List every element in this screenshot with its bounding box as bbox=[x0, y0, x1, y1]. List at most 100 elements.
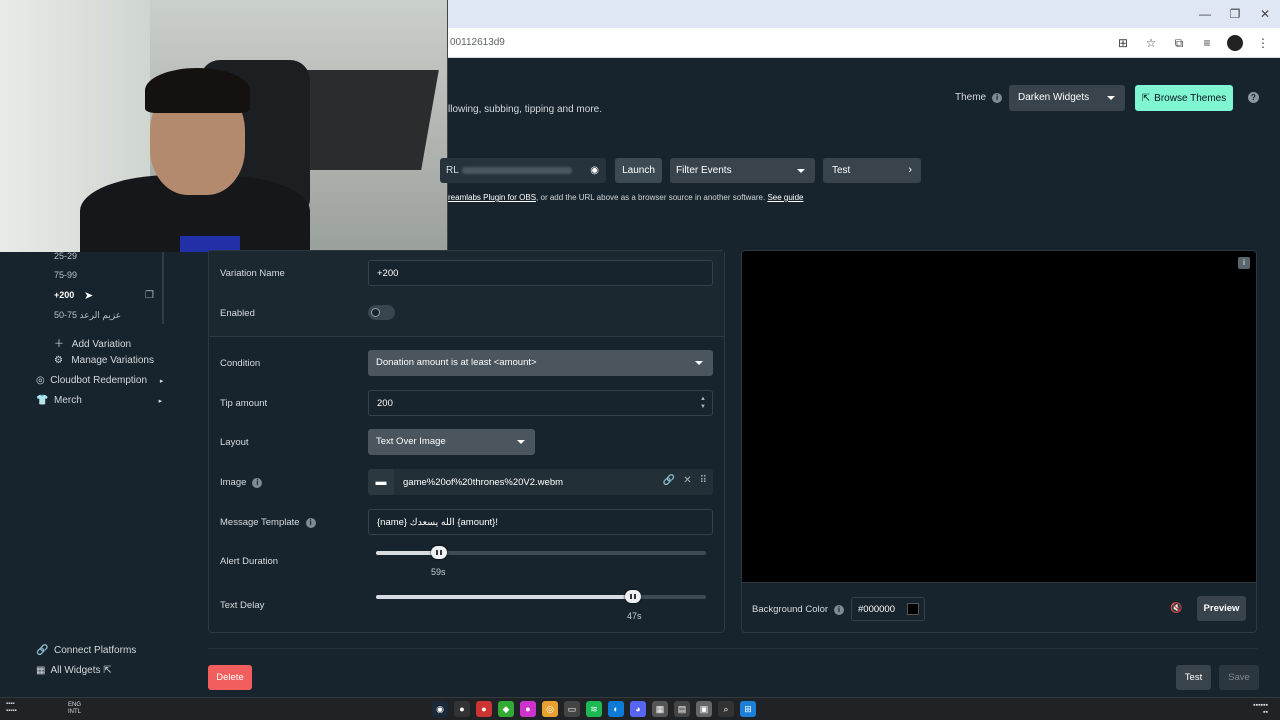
search-icon[interactable]: ⌕ bbox=[718, 701, 734, 717]
condition-value: Donation amount is at least <amount> bbox=[376, 357, 537, 368]
variation-item-active[interactable]: +200 bbox=[54, 290, 74, 300]
folder-icon[interactable]: ▬ bbox=[368, 469, 394, 495]
slider-handle[interactable] bbox=[431, 546, 447, 559]
link-icon[interactable]: 🔗 bbox=[663, 475, 675, 486]
preview-button[interactable]: Preview bbox=[1197, 596, 1246, 621]
text-delay-slider[interactable] bbox=[376, 590, 706, 603]
see-guide-link[interactable]: See guide bbox=[767, 193, 803, 202]
notepad-icon[interactable]: ▤ bbox=[674, 701, 690, 717]
sidebar-item-all-widgets[interactable]: ▦ All Widgets ⇱ bbox=[36, 665, 112, 676]
app-icon[interactable]: ● bbox=[520, 701, 536, 717]
steam-icon[interactable]: ◉ bbox=[432, 701, 448, 717]
launch-button[interactable]: Launch bbox=[615, 158, 662, 183]
eye-icon[interactable]: ◉ bbox=[590, 165, 599, 176]
stepper-icon[interactable]: ▲ ▼ bbox=[700, 395, 706, 411]
translate-icon[interactable]: ⊞ bbox=[1114, 34, 1132, 52]
webcam-overlay bbox=[0, 0, 448, 252]
manage-variations-label: Manage Variations bbox=[71, 355, 154, 366]
theme-select[interactable]: Darken Widgets bbox=[1009, 85, 1125, 111]
variation-name-label: Variation Name bbox=[220, 268, 285, 279]
mute-icon[interactable]: 🔇 bbox=[1170, 603, 1182, 614]
star-icon[interactable]: ☆ bbox=[1142, 34, 1160, 52]
app-icon[interactable]: ● bbox=[476, 701, 492, 717]
sidebar-item-merch[interactable]: 👕 Merch ▸ bbox=[36, 395, 162, 406]
taskbar-clock[interactable]: ▪▪▪▪ ▪▪▪▪▪ bbox=[6, 701, 17, 715]
slider-handle[interactable] bbox=[625, 590, 641, 603]
add-variation-label: Add Variation bbox=[71, 339, 132, 350]
app-icon[interactable]: ▣ bbox=[696, 701, 712, 717]
info-icon[interactable]: i bbox=[252, 477, 263, 488]
obs-plugin-link[interactable]: reamlabs Plugin for OBS bbox=[448, 193, 536, 202]
all-widgets-label: All Widgets bbox=[50, 665, 101, 676]
image-label-row: Image i bbox=[220, 477, 263, 488]
message-template-input[interactable]: {name} الله يسعدك {amount}! bbox=[368, 509, 713, 535]
variation-name-input[interactable]: +200 bbox=[368, 260, 713, 286]
more-menu-icon[interactable]: ⋮ bbox=[1254, 34, 1272, 52]
terminal-icon[interactable]: ▭ bbox=[564, 701, 580, 717]
tip-amount-label: Tip amount bbox=[220, 398, 268, 409]
duplicate-icon[interactable]: ❐ bbox=[145, 290, 154, 301]
info-icon[interactable]: i bbox=[992, 92, 1003, 103]
variation-item[interactable]: 25-29 bbox=[54, 251, 77, 261]
minimize-icon[interactable]: — bbox=[1190, 0, 1220, 28]
close-icon[interactable]: ✕ bbox=[1250, 0, 1280, 28]
widget-url-field[interactable]: RL ◉ bbox=[440, 158, 606, 183]
edge-icon[interactable]: ◐ bbox=[608, 701, 624, 717]
app-icon[interactable]: ◆ bbox=[498, 701, 514, 717]
taskbar-weather[interactable]: ▪▪▪▪▪▪ ▪▪ bbox=[1253, 702, 1268, 716]
caret-right-icon: ▸ bbox=[158, 398, 163, 405]
tip-amount-input[interactable]: 200 ▲ ▼ bbox=[368, 390, 713, 416]
sidebar-item-connect-platforms[interactable]: 🔗 Connect Platforms bbox=[36, 645, 136, 656]
background-color-input[interactable]: #000000 bbox=[851, 597, 925, 621]
add-variation-button[interactable]: ＋ Add Variation bbox=[54, 335, 131, 350]
info-icon[interactable]: i bbox=[834, 604, 845, 615]
discord-icon[interactable]: ◕ bbox=[630, 701, 646, 717]
layout-select[interactable]: Text Over Image bbox=[368, 429, 535, 455]
chevron-down-icon bbox=[695, 361, 703, 365]
plus-icon: ＋ bbox=[54, 339, 64, 350]
sidebar-item-cloudbot[interactable]: ◎ Cloudbot Redemption ▸ bbox=[36, 375, 163, 386]
chrome-icon[interactable]: ◎ bbox=[542, 701, 558, 717]
url-text[interactable]: 00112613d9 bbox=[450, 37, 505, 48]
variation-item[interactable]: 50-75 عزيم الرعد bbox=[54, 310, 121, 321]
color-swatch[interactable] bbox=[907, 603, 919, 615]
condition-select[interactable]: Donation amount is at least <amount> bbox=[368, 350, 713, 376]
chevron-down-icon bbox=[797, 169, 805, 173]
language-indicator[interactable]: ENG INTL bbox=[68, 702, 81, 716]
delete-button[interactable]: Delete bbox=[208, 665, 252, 690]
maximize-icon[interactable]: ❐ bbox=[1220, 0, 1250, 28]
extensions-icon[interactable]: ⧉ bbox=[1170, 34, 1188, 52]
close-icon[interactable]: ✕ bbox=[683, 475, 691, 486]
test-events-button[interactable]: Test › bbox=[823, 158, 921, 183]
filter-events-select[interactable]: Filter Events bbox=[670, 158, 815, 183]
variation-item[interactable]: 75-99 bbox=[54, 270, 77, 280]
calculator-icon[interactable]: ▦ bbox=[652, 701, 668, 717]
save-button[interactable]: Save bbox=[1219, 665, 1259, 690]
enabled-toggle[interactable] bbox=[368, 305, 395, 320]
help-icon[interactable]: ? bbox=[1248, 92, 1259, 103]
media-icon[interactable]: ≡ bbox=[1198, 34, 1216, 52]
avatar[interactable] bbox=[1226, 34, 1244, 52]
taskbar-apps: ◉ ● ● ◆ ● ◎ ▭ ≋ ◐ ◕ ▦ ▤ ▣ ⌕ ⊞ bbox=[432, 701, 756, 717]
layout-label: Layout bbox=[220, 437, 249, 448]
slider-fill bbox=[376, 551, 439, 555]
external-link-icon: ⇱ bbox=[1141, 92, 1151, 104]
tip-amount-value: 200 bbox=[377, 398, 393, 409]
info-icon[interactable]: i bbox=[305, 517, 316, 528]
windows-taskbar: ▪▪▪▪ ▪▪▪▪▪ ENG INTL ◉ ● ● ◆ ● ◎ ▭ ≋ ◐ ◕ ▦… bbox=[0, 697, 1280, 720]
connect-platforms-label: Connect Platforms bbox=[54, 645, 137, 656]
manage-variations-button[interactable]: ⚙ Manage Variations bbox=[54, 355, 154, 366]
browse-themes-label: Browse Themes bbox=[1154, 92, 1227, 104]
grid-icon[interactable]: ⠿ bbox=[700, 475, 707, 486]
spotify-icon[interactable]: ≋ bbox=[586, 701, 602, 717]
browse-themes-button[interactable]: ⇱ Browse Themes bbox=[1135, 85, 1233, 111]
info-icon[interactable]: i bbox=[1238, 257, 1250, 269]
variations-scrollbar[interactable] bbox=[162, 252, 164, 324]
image-file-field[interactable]: ▬ game%20of%20thrones%20V2.webm 🔗 ✕ ⠿ bbox=[368, 469, 713, 495]
alert-duration-slider[interactable] bbox=[376, 546, 706, 559]
image-file-name: game%20of%20thrones%20V2.webm bbox=[403, 477, 564, 488]
test-button[interactable]: Test bbox=[1176, 665, 1211, 690]
enabled-label: Enabled bbox=[220, 308, 255, 319]
obs-icon[interactable]: ● bbox=[454, 701, 470, 717]
windows-start-icon[interactable]: ⊞ bbox=[740, 701, 756, 717]
